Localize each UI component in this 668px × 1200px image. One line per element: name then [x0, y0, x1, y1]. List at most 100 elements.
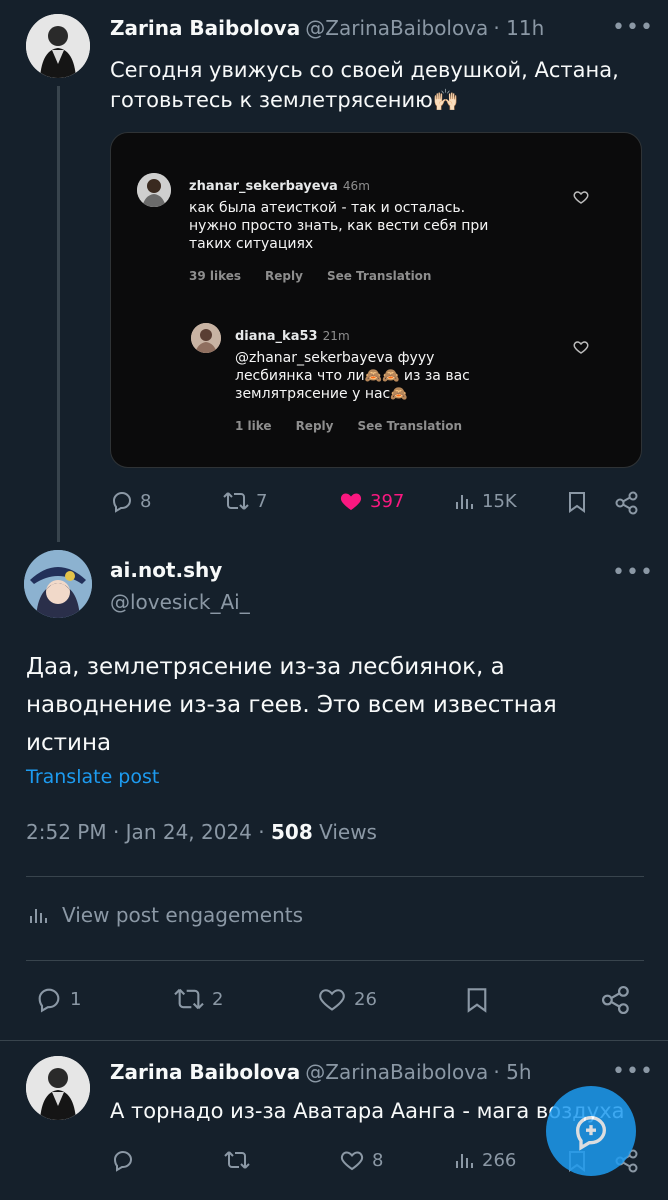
more-options-icon[interactable]: •••: [612, 1059, 654, 1084]
like-count: 397: [370, 490, 405, 512]
like-button[interactable]: 8: [338, 1148, 383, 1172]
repost-count: 7: [256, 490, 268, 512]
tweet-header: Zarina Baibolova @ZarinaBaibolova · 11h: [110, 16, 544, 40]
commenter-name: diana_ka53: [235, 329, 318, 344]
heart-icon: [340, 1151, 364, 1171]
heart-icon: [573, 191, 589, 204]
views-chart-icon: [456, 1154, 473, 1168]
commenter-avatar: [191, 323, 221, 353]
views-chart-icon: [456, 495, 473, 509]
user-handle[interactable]: @ZarinaBaibolova: [305, 1060, 488, 1084]
repost-button[interactable]: 2: [172, 985, 223, 1013]
repost-button[interactable]: 7: [222, 489, 267, 513]
comment-header: zhanar_sekerbayeva 46m: [189, 175, 370, 194]
repost-count: 2: [212, 988, 224, 1010]
like-button[interactable]: 397: [338, 489, 404, 513]
views-button[interactable]: 15K: [452, 489, 517, 513]
share-icon[interactable]: [614, 490, 640, 516]
compose-reply-button[interactable]: [546, 1086, 636, 1176]
views-count: 266: [482, 1149, 517, 1171]
reply-icon: [38, 988, 60, 1013]
embedded-image[interactable]: zhanar_sekerbayeva 46m как была атеистко…: [110, 132, 642, 468]
repost-icon: [224, 1151, 250, 1169]
heart-filled-icon: [340, 493, 362, 510]
comment-meta: 1 like Reply See Translation: [235, 419, 486, 433]
comment-likes: 1 like: [235, 419, 272, 433]
comment-time: 46m: [342, 179, 370, 193]
reply-icon: [113, 1150, 133, 1172]
avatar[interactable]: [26, 14, 90, 78]
repost-icon: [223, 492, 249, 510]
tweet-text: Сегодня увижусь со своей девушкой, Астан…: [110, 55, 640, 115]
comment-likes: 39 likes: [189, 269, 242, 283]
avatar[interactable]: [26, 1056, 90, 1120]
reply-button[interactable]: 1: [34, 985, 81, 1013]
reply-compose-icon: [575, 1115, 607, 1151]
reply-count: 1: [70, 988, 82, 1010]
share-icon[interactable]: [600, 984, 632, 1016]
user-handle[interactable]: @ZarinaBaibolova: [305, 16, 488, 40]
thread-line: [57, 86, 60, 542]
comment-reply: Reply: [295, 419, 334, 433]
post-date: 2:52 PM · Jan 24, 2024 ·: [26, 820, 271, 844]
comment-text: как была атеисткой - так и осталась. нуж…: [189, 199, 488, 253]
display-name[interactable]: Zarina Baibolova: [110, 16, 300, 40]
profile-photo: [26, 1056, 90, 1120]
tweet-time[interactable]: · 5h: [493, 1060, 531, 1084]
post-views-label: Views: [312, 820, 377, 844]
tweet-text: Даа, землетрясение из-за лесбиянок, а на…: [26, 648, 646, 762]
views-chart-icon: [30, 909, 47, 923]
comment-header: diana_ka53 21m: [235, 325, 350, 344]
tweet-text-line: Даа, землетрясение из-за лесбиянок, а: [26, 654, 505, 680]
tweet-text-line: наводнение из-за геев. Это всем известна…: [26, 692, 557, 718]
display-name[interactable]: Zarina Baibolova: [110, 1060, 300, 1084]
divider: [0, 1040, 668, 1041]
avatar[interactable]: [24, 550, 92, 618]
comment-time: 21m: [322, 329, 350, 343]
views-count: 15K: [482, 490, 517, 512]
like-count: 8: [372, 1149, 384, 1171]
divider: [26, 876, 644, 877]
post-timestamp[interactable]: 2:52 PM · Jan 24, 2024 · 508 Views: [26, 820, 377, 844]
display-name[interactable]: ai.not.shy: [110, 558, 222, 582]
reply-button[interactable]: [110, 1148, 136, 1172]
tweet-header: Zarina Baibolova @ZarinaBaibolova · 5h: [110, 1060, 532, 1084]
comment-text: @zhanar_sekerbayeva фууу лесбиянка что л…: [235, 349, 470, 403]
comment-line: нужно просто знать, как вести себя при: [189, 218, 489, 234]
comment-line: как была атеисткой - так и осталась.: [189, 200, 466, 216]
post-views-count: 508: [270, 820, 313, 844]
comment-line: @zhanar_sekerbayeva фууу: [235, 350, 435, 366]
tweet-text-line: готовьтесь к землетрясению🙌🏻: [110, 88, 459, 112]
comment-reply: Reply: [265, 269, 303, 283]
more-options-icon[interactable]: •••: [612, 15, 654, 40]
comment-meta: 39 likes Reply See Translation: [189, 269, 455, 283]
comment-translation: See Translation: [357, 419, 462, 433]
bookmark-icon[interactable]: [566, 490, 588, 514]
views-button[interactable]: 266: [452, 1148, 516, 1172]
repost-button[interactable]: [222, 1148, 252, 1172]
user-handle[interactable]: @lovesick_Ai_: [110, 590, 250, 614]
like-count: 26: [354, 988, 377, 1010]
reply-icon: [112, 491, 132, 513]
like-button[interactable]: 26: [316, 985, 377, 1013]
reply-button[interactable]: 8: [110, 489, 151, 513]
comment-line: лесбиянка что ли🙈🙈 из за вас: [235, 368, 470, 384]
heart-icon: [319, 989, 345, 1011]
comment-line: таких ситуациях: [189, 236, 314, 252]
heart-icon: [573, 341, 589, 354]
commenter-avatar: [137, 173, 171, 207]
tweet-time[interactable]: · 11h: [493, 16, 544, 40]
comment-line: землятрясение у нас🙈: [235, 386, 408, 402]
comment-translation: See Translation: [326, 269, 432, 283]
more-options-icon[interactable]: •••: [612, 560, 654, 585]
translate-post-link[interactable]: Translate post: [26, 766, 159, 788]
view-engagements-label: View post engagements: [62, 903, 304, 927]
profile-photo: [24, 550, 92, 618]
divider: [26, 960, 644, 961]
tweet-text-line: Сегодня увижусь со своей девушкой, Астан…: [110, 58, 619, 82]
commenter-name: zhanar_sekerbayeva: [189, 179, 338, 194]
profile-photo: [26, 14, 90, 78]
view-engagements-link[interactable]: View post engagements: [26, 903, 303, 927]
tweet-text-line: истина: [26, 730, 112, 756]
bookmark-icon[interactable]: [464, 985, 490, 1015]
